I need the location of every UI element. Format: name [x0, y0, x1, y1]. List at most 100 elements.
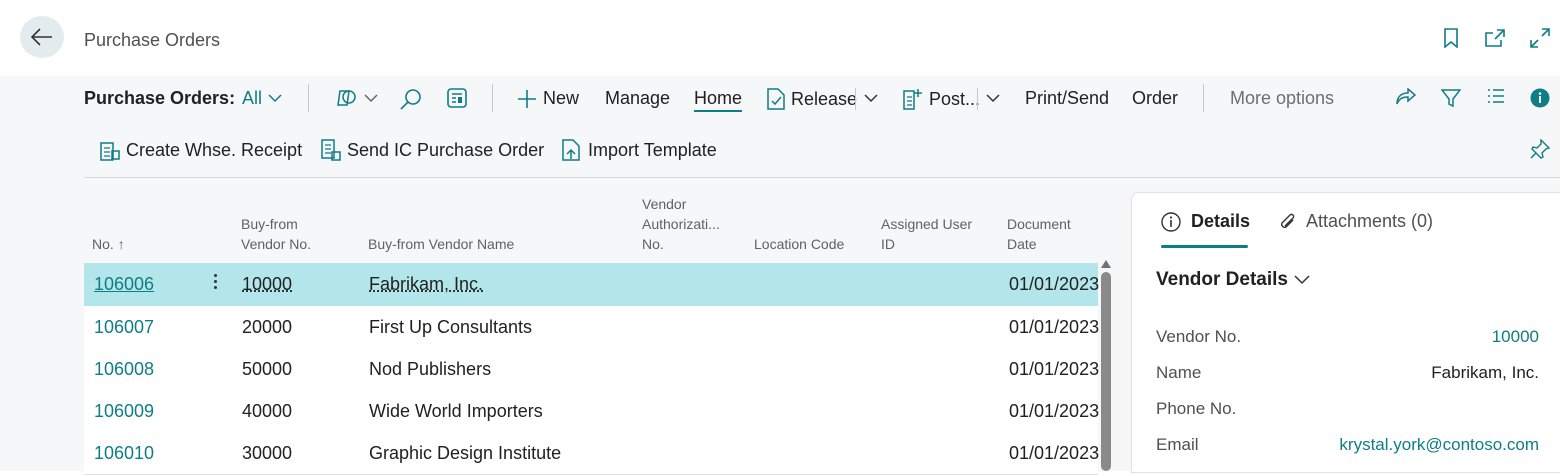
release-label: Release	[791, 89, 857, 110]
send-ic-purchase-order-button[interactable]: Send IC Purchase Order	[321, 139, 544, 161]
chevron-down-icon	[268, 94, 282, 103]
create-whse-receipt-button[interactable]: Create Whse. Receipt	[100, 139, 302, 161]
filter-dropdown[interactable]: All	[242, 88, 282, 109]
order-number-link[interactable]: 106009	[94, 401, 154, 422]
page-header: Purchase Orders	[0, 0, 1560, 76]
order-tab[interactable]: Order	[1132, 88, 1178, 109]
scroll-thumb[interactable]	[1101, 272, 1111, 471]
order-number-link[interactable]: 106010	[94, 443, 154, 464]
section-title: Vendor Details	[1156, 269, 1288, 291]
release-button[interactable]: Release	[767, 88, 857, 110]
row-menu-button[interactable]	[210, 271, 220, 295]
column-label: No.	[642, 234, 720, 254]
more-options-button[interactable]: More options	[1230, 88, 1334, 109]
post-label: Post...	[929, 89, 980, 110]
column-label: ID	[881, 234, 972, 254]
release-document-icon	[767, 88, 785, 110]
share-button[interactable]	[1396, 88, 1416, 106]
vendor-no-cell: 20000	[242, 317, 292, 338]
column-header-location-code[interactable]: Location Code	[754, 234, 844, 254]
vendor-no-cell[interactable]: 10000	[242, 274, 292, 295]
info-button[interactable]	[1530, 88, 1550, 108]
table-row[interactable]: 106006 10000 Fabrikam, Inc. 01/01/2023	[84, 263, 1098, 306]
vendor-details-section-toggle[interactable]: Vendor Details	[1156, 269, 1310, 291]
list-icon	[1487, 88, 1505, 104]
vendor-no-link[interactable]: 10000	[1492, 327, 1539, 347]
email-link[interactable]: krystal.york@contoso.com	[1339, 435, 1539, 455]
share-icon	[1396, 88, 1416, 106]
column-header-assigned-user[interactable]: Assigned User ID	[881, 214, 972, 254]
shapes-icon	[336, 88, 358, 108]
column-header-document-date[interactable]: Document Date	[1007, 214, 1071, 254]
home-label: Home	[694, 88, 742, 112]
vendor-no-cell: 50000	[242, 359, 292, 380]
print-send-tab[interactable]: Print/Send	[1025, 88, 1109, 109]
info-icon	[1530, 88, 1550, 108]
column-label: No.	[92, 236, 114, 252]
bookmark-icon[interactable]	[1440, 27, 1462, 49]
open-new-window-icon[interactable]	[1484, 27, 1506, 49]
tab-details[interactable]: Details	[1161, 211, 1250, 232]
document-date-cell: 01/01/2023	[1009, 359, 1099, 380]
home-tab[interactable]: Home	[694, 88, 742, 112]
active-tab-indicator	[1161, 245, 1248, 248]
scroll-up-arrow-icon[interactable]	[1101, 260, 1111, 268]
vendor-name-cell[interactable]: Fabrikam, Inc.	[369, 274, 483, 295]
vendor-no-cell: 30000	[242, 443, 292, 464]
create-whse-receipt-label: Create Whse. Receipt	[126, 140, 302, 161]
column-label: Buy-from	[241, 214, 311, 234]
post-document-icon	[903, 88, 923, 110]
shared-view-button[interactable]	[336, 88, 378, 108]
view-label: Purchase Orders:	[84, 88, 235, 109]
order-number-link[interactable]: 106008	[94, 359, 154, 380]
table-row[interactable]: 106009 40000 Wide World Importers 01/01/…	[84, 390, 1098, 433]
release-dropdown[interactable]	[864, 94, 878, 103]
divider	[492, 84, 493, 112]
back-button[interactable]	[20, 16, 64, 58]
list-view-button[interactable]	[1487, 88, 1505, 104]
table-row[interactable]: 106008 50000 Nod Publishers 01/01/2023	[84, 348, 1098, 391]
chevron-down-icon	[364, 94, 378, 103]
chevron-down-icon	[864, 94, 878, 103]
import-template-button[interactable]: Import Template	[562, 139, 717, 161]
send-document-icon	[321, 139, 341, 161]
tab-attachments[interactable]: Attachments (0)	[1278, 211, 1433, 232]
chevron-down-icon	[1294, 275, 1310, 285]
edit-list-button[interactable]	[447, 88, 467, 108]
grid-scrollbar[interactable]	[1099, 260, 1113, 471]
import-template-label: Import Template	[588, 140, 717, 161]
search-icon	[400, 88, 422, 110]
column-header-vendor-auth-no[interactable]: Vendor Authorizati... No.	[642, 194, 720, 254]
filter-icon	[1441, 88, 1461, 108]
unpin-button[interactable]	[1530, 139, 1550, 159]
phone-no-label: Phone No.	[1156, 399, 1236, 419]
email-label: Email	[1156, 435, 1199, 455]
manage-tab[interactable]: Manage	[605, 88, 670, 109]
pin-off-icon	[1530, 139, 1550, 159]
vendor-no-cell: 40000	[242, 401, 292, 422]
new-label: New	[543, 88, 579, 109]
vendor-name-cell: Graphic Design Institute	[369, 443, 561, 464]
tab-attachments-label: Attachments (0)	[1306, 211, 1433, 232]
table-row[interactable]: 106010 30000 Graphic Design Institute 01…	[84, 432, 1098, 475]
column-header-no[interactable]: No. ↑	[92, 234, 125, 254]
column-header-vendor-name[interactable]: Buy-from Vendor Name	[368, 234, 514, 254]
table-row[interactable]: 106007 20000 First Up Consultants 01/01/…	[84, 306, 1098, 349]
document-date-cell: 01/01/2023	[1009, 443, 1099, 464]
document-date-cell: 01/01/2023	[1009, 317, 1099, 338]
post-button[interactable]: Post...	[903, 88, 980, 110]
vendor-name-cell: Wide World Importers	[369, 401, 543, 422]
divider	[977, 88, 978, 110]
expand-icon[interactable]	[1529, 27, 1551, 49]
plus-icon	[517, 89, 537, 109]
post-dropdown[interactable]	[986, 94, 1000, 103]
search-button[interactable]	[400, 88, 422, 110]
order-number-link[interactable]: 106007	[94, 317, 154, 338]
filter-button[interactable]	[1441, 88, 1461, 108]
promoted-actions-bar: Create Whse. Receipt Send IC Purchase Or…	[84, 123, 1560, 178]
sort-ascending-icon: ↑	[118, 236, 125, 252]
document-date-cell: 01/01/2023	[1009, 274, 1099, 295]
column-header-vendor-no[interactable]: Buy-from Vendor No.	[241, 214, 311, 254]
new-button[interactable]: New	[517, 88, 579, 109]
order-number-link[interactable]: 106006	[94, 274, 154, 295]
